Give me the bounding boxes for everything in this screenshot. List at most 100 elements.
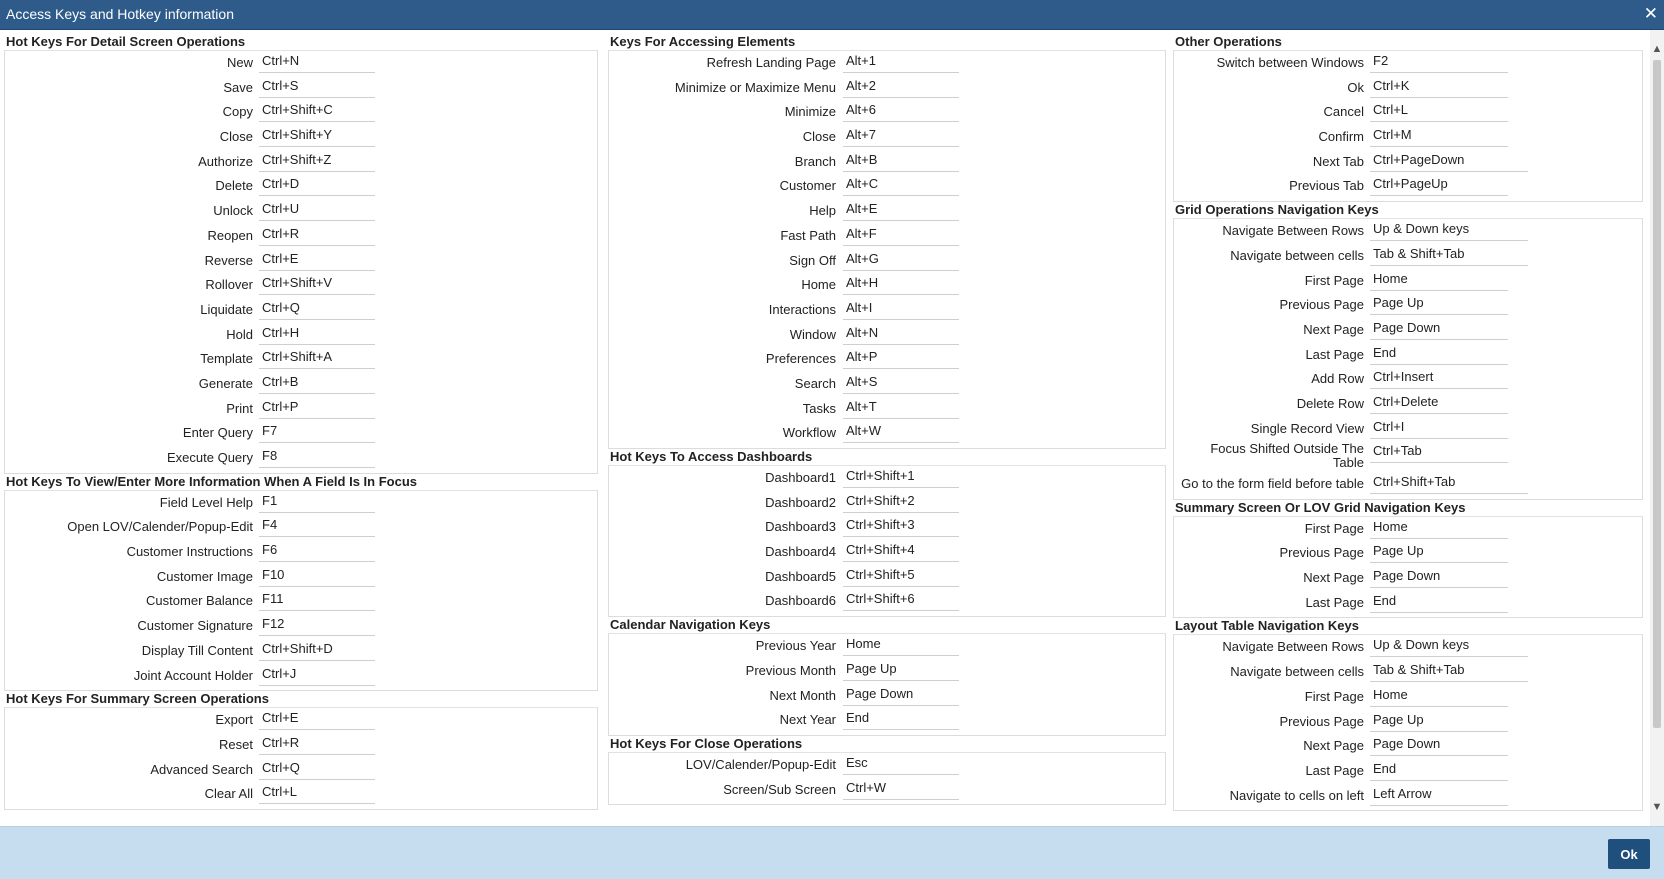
hotkey-value: End (1370, 345, 1508, 365)
hotkey-label: Sign Off (789, 252, 836, 268)
hotkey-label: Joint Account Holder (133, 667, 253, 683)
hotkey-row: Customer Instructions F6 (5, 540, 597, 565)
hotkey-value: F4 (259, 517, 375, 538)
hotkey-value: Ctrl+Shift+C (259, 102, 375, 123)
hotkey-value: Alt+E (843, 201, 959, 222)
hotkey-label: Confirm (1318, 129, 1364, 145)
section-box: Refresh Landing Page Alt+1 Minimize or Max… (608, 50, 1166, 449)
hotkey-row: Navigate between cells Tab & Shift+Tab (1174, 660, 1642, 685)
hotkey-row: Navigate between cells Tab & Shift+Tab (1174, 244, 1642, 269)
hotkey-row: Dashboard2 Ctrl+Shift+2 (609, 491, 1165, 516)
hotkey-label: Dashboard5 (765, 568, 836, 584)
hotkey-row: Branch Alt+B (609, 150, 1165, 175)
hotkey-section: Calendar Navigation Keys Previous Year Hom… (608, 617, 1166, 736)
hotkey-label: Copy (222, 104, 253, 120)
hotkey-row: Dashboard6 Ctrl+Shift+6 (609, 589, 1165, 614)
hotkey-value: Alt+H (843, 275, 959, 296)
scroll-down-icon[interactable]: ▼ (1650, 800, 1664, 814)
hotkey-row: Liquidate Ctrl+Q (5, 298, 597, 323)
column-left: Hot Keys For Detail Screen Operations New… (4, 34, 598, 810)
hotkey-label: Last Page (1305, 594, 1364, 610)
hotkey-content[interactable]: Hot Keys For Detail Screen Operations New… (0, 30, 1650, 826)
hotkey-value: Ctrl+D (259, 176, 375, 197)
ok-button[interactable]: Ok (1608, 839, 1650, 869)
scrollbar-thumb[interactable] (1653, 60, 1661, 728)
hotkey-row: Reopen Ctrl+R (5, 224, 597, 249)
hotkey-value: Ctrl+Q (259, 300, 375, 320)
hotkey-row: Fast Path Alt+F (609, 224, 1165, 249)
hotkey-label: Minimize or Maximize Menu (674, 79, 836, 95)
column-right: Other Operations Switch between Windows F2… (1173, 34, 1643, 812)
hotkey-value: Ctrl+B (259, 374, 375, 394)
hotkey-label: Fast Path (780, 227, 836, 243)
hotkey-label: Save (223, 79, 253, 95)
hotkey-label: Tasks (802, 400, 836, 416)
hotkey-value: Alt+2 (843, 78, 959, 98)
hotkey-value: F7 (259, 423, 375, 444)
hotkey-label: Field Level Help (159, 494, 253, 510)
hotkey-label: Clear All (204, 786, 253, 802)
hotkey-value: Page Down (1370, 736, 1508, 757)
hotkey-value: Alt+7 (843, 127, 959, 148)
hotkey-value: Home (843, 636, 959, 657)
hotkey-label: Delete Row (1296, 395, 1364, 411)
hotkey-label: Next Year (779, 712, 836, 728)
hotkey-row: Cancel Ctrl+L (1174, 100, 1642, 125)
hotkey-label: Dashboard4 (765, 544, 836, 560)
section-box: First Page Home Previous Page Page Up Next P… (1173, 515, 1643, 619)
hotkey-label: Next Month (769, 687, 836, 703)
vertical-scrollbar[interactable]: ▲ ▼ (1650, 30, 1664, 826)
hotkey-label: Reopen (207, 227, 253, 243)
hotkey-label: Switch between Windows (1216, 55, 1364, 70)
hotkey-row: Close Ctrl+Shift+Y (5, 125, 597, 150)
hotkey-value: Page Up (843, 661, 959, 681)
section-box: LOV/Calender/Popup-Edit Esc Screen/Sub Scr… (608, 751, 1166, 806)
hotkey-value: Ctrl+Shift+1 (843, 468, 959, 488)
hotkey-row: Previous Page Page Up (1174, 710, 1642, 735)
hotkey-value: Ctrl+Q (259, 760, 375, 780)
hotkey-value: End (1370, 593, 1508, 613)
hotkey-label: Authorize (198, 153, 253, 169)
hotkey-label: Last Page (1305, 762, 1364, 778)
hotkey-label: Previous Page (1279, 545, 1364, 561)
hotkey-label: Interactions (768, 301, 836, 317)
hotkey-value: Ctrl+Tab (1370, 443, 1508, 464)
hotkey-value: Page Up (1370, 295, 1508, 316)
hotkey-row: Interactions Alt+I (609, 298, 1165, 323)
scroll-up-icon[interactable]: ▲ (1650, 42, 1664, 56)
hotkey-label: Navigate between cells (1230, 247, 1364, 263)
hotkey-row: Workflow Alt+W (609, 421, 1165, 446)
hotkey-value: Ctrl+Shift+4 (843, 542, 959, 563)
hotkey-value: Home (1370, 687, 1508, 707)
section-box: Field Level Help F1 Open LOV/Calender/Popu… (4, 489, 598, 692)
hotkey-row: Previous Month Page Up (609, 659, 1165, 684)
close-icon[interactable]: ✕ (1644, 4, 1658, 24)
hotkey-label: Advanced Search (150, 761, 253, 777)
hotkey-label: Print (226, 400, 253, 416)
hotkey-section: Layout Table Navigation Keys Navigate Bet… (1173, 618, 1643, 812)
hotkey-row: Ok Ctrl+K (1174, 76, 1642, 101)
hotkey-label: Navigate Between Rows (1222, 639, 1364, 655)
hotkey-row: Preferences Alt+P (609, 347, 1165, 372)
hotkey-row: Next Tab Ctrl+PageDown (1174, 150, 1642, 175)
hotkey-value: Alt+S (843, 374, 959, 394)
hotkey-row: Execute Query F8 (5, 446, 597, 471)
hotkey-row: Generate Ctrl+B (5, 372, 597, 397)
hotkey-label: Branch (794, 153, 836, 169)
hotkey-label: Dashboard1 (765, 470, 836, 485)
hotkey-value: Ctrl+Shift+Z (259, 152, 375, 172)
hotkey-value: Page Down (843, 686, 959, 706)
hotkey-label: Dashboard6 (765, 593, 836, 609)
hotkey-row: Help Alt+E (609, 199, 1165, 224)
hotkey-value: Ctrl+W (843, 780, 959, 800)
hotkey-value: Ctrl+P (259, 399, 375, 419)
section-box: Navigate Between Rows Up & Down keys Navig… (1173, 218, 1643, 500)
hotkey-row: Dashboard4 Ctrl+Shift+4 (609, 540, 1165, 565)
hotkey-label: Help (809, 203, 836, 219)
dialog-title: Access Keys and Hotkey information (6, 6, 234, 22)
hotkey-label: Dashboard3 (765, 519, 836, 535)
hotkey-value: Ctrl+I (1370, 419, 1508, 439)
hotkey-value: Home (1370, 519, 1508, 539)
hotkey-row: Authorize Ctrl+Shift+Z (5, 150, 597, 175)
hotkey-label: Navigate to cells on left (1229, 787, 1364, 803)
